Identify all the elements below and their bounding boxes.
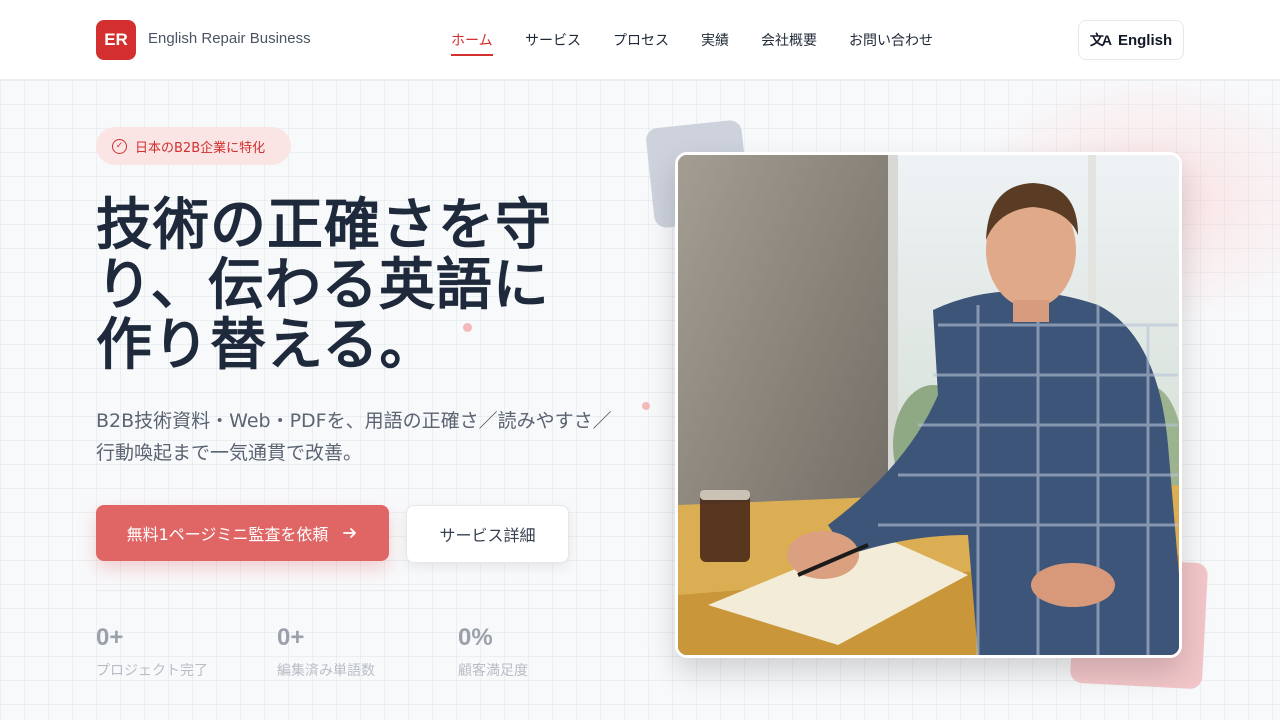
language-label: English	[1117, 31, 1173, 49]
decorative-dot	[463, 323, 472, 332]
nav-item-process[interactable]: プロセス	[613, 30, 669, 54]
stat-label: プロジェクト完了	[96, 663, 208, 679]
stat-projects: 0+ プロジェクト完了	[96, 624, 208, 680]
headline-line: り、伝わる英語に	[96, 253, 550, 318]
stat-satisfaction: 0% 顧客満足度	[458, 624, 528, 680]
request-audit-button[interactable]: 無料1ページミニ監査を依頼	[96, 505, 389, 561]
translate-icon: 文A	[1089, 32, 1112, 48]
stat-label: 編集済み単語数	[277, 663, 375, 679]
stat-value: 0+	[277, 624, 305, 651]
headline-line: 技術の正確さを守	[96, 193, 552, 258]
specialty-badge: ✓ 日本のB2B企業に特化	[96, 127, 291, 165]
nav-item-company[interactable]: 会社概要	[761, 30, 817, 54]
stat-value: 0+	[96, 624, 124, 651]
hero-headline: 技術の正確さを守 り、伝わる英語に 作り替える。	[96, 196, 596, 376]
brand-name[interactable]: English Repair Business	[148, 30, 311, 47]
decorative-dot	[642, 402, 650, 410]
site-header: ER English Repair Business ホーム サービス プロセス…	[0, 0, 1280, 80]
nav-item-results[interactable]: 実績	[701, 30, 729, 54]
stats-divider	[96, 590, 608, 591]
badge-label: 日本のB2B企業に特化	[135, 140, 266, 156]
nav-item-services[interactable]: サービス	[525, 30, 581, 54]
logo[interactable]: ER	[96, 20, 136, 60]
hero-subtitle: B2B技術資料・Web・PDFを、用語の正確さ／読みやすさ／行動喚起まで一気通貫…	[96, 410, 612, 464]
arrow-right-icon	[343, 528, 357, 538]
stat-label: 顧客満足度	[458, 663, 528, 679]
stat-value: 0%	[458, 624, 493, 651]
service-details-button[interactable]: サービス詳細	[406, 505, 569, 563]
hero-photo	[675, 152, 1182, 658]
language-button[interactable]: 文A English	[1078, 20, 1184, 60]
headline-line: 作り替える。	[96, 313, 437, 378]
nav-item-home[interactable]: ホーム	[451, 30, 493, 56]
stat-words: 0+ 編集済み単語数	[277, 624, 375, 680]
portrait-illustration	[678, 155, 1179, 655]
request-audit-label: 無料1ページミニ監査を依頼	[126, 525, 329, 544]
check-circle-icon: ✓	[112, 138, 127, 154]
nav-item-contact[interactable]: お問い合わせ	[849, 30, 933, 54]
